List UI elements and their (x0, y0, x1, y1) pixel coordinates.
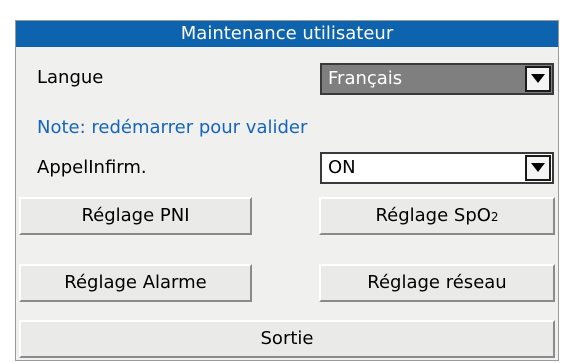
spo2-settings-label: Réglage SpO (375, 205, 491, 226)
nurse-call-label: AppelInfirm. (37, 157, 147, 178)
nurse-call-select[interactable]: ON (320, 152, 554, 184)
user-maintenance-dialog: Maintenance utilisateur Langue Français … (15, 20, 559, 361)
alarm-settings-button[interactable]: Réglage Alarme (19, 264, 252, 302)
network-settings-button[interactable]: Réglage réseau (319, 264, 555, 302)
spo2-settings-button[interactable]: Réglage SpO2 (319, 197, 555, 235)
language-select[interactable]: Français (320, 63, 554, 95)
spo2-subscript: 2 (490, 210, 499, 224)
language-label: Langue (37, 67, 104, 88)
chevron-down-icon[interactable] (525, 155, 551, 181)
exit-button[interactable]: Sortie (19, 320, 555, 358)
language-select-value: Français (328, 68, 403, 89)
chevron-down-icon[interactable] (525, 66, 551, 92)
nibp-settings-button[interactable]: Réglage PNI (19, 197, 252, 235)
dialog-title: Maintenance utilisateur (16, 21, 558, 47)
nurse-call-select-value: ON (328, 157, 356, 178)
restart-note: Note: redémarrer pour valider (37, 117, 308, 138)
